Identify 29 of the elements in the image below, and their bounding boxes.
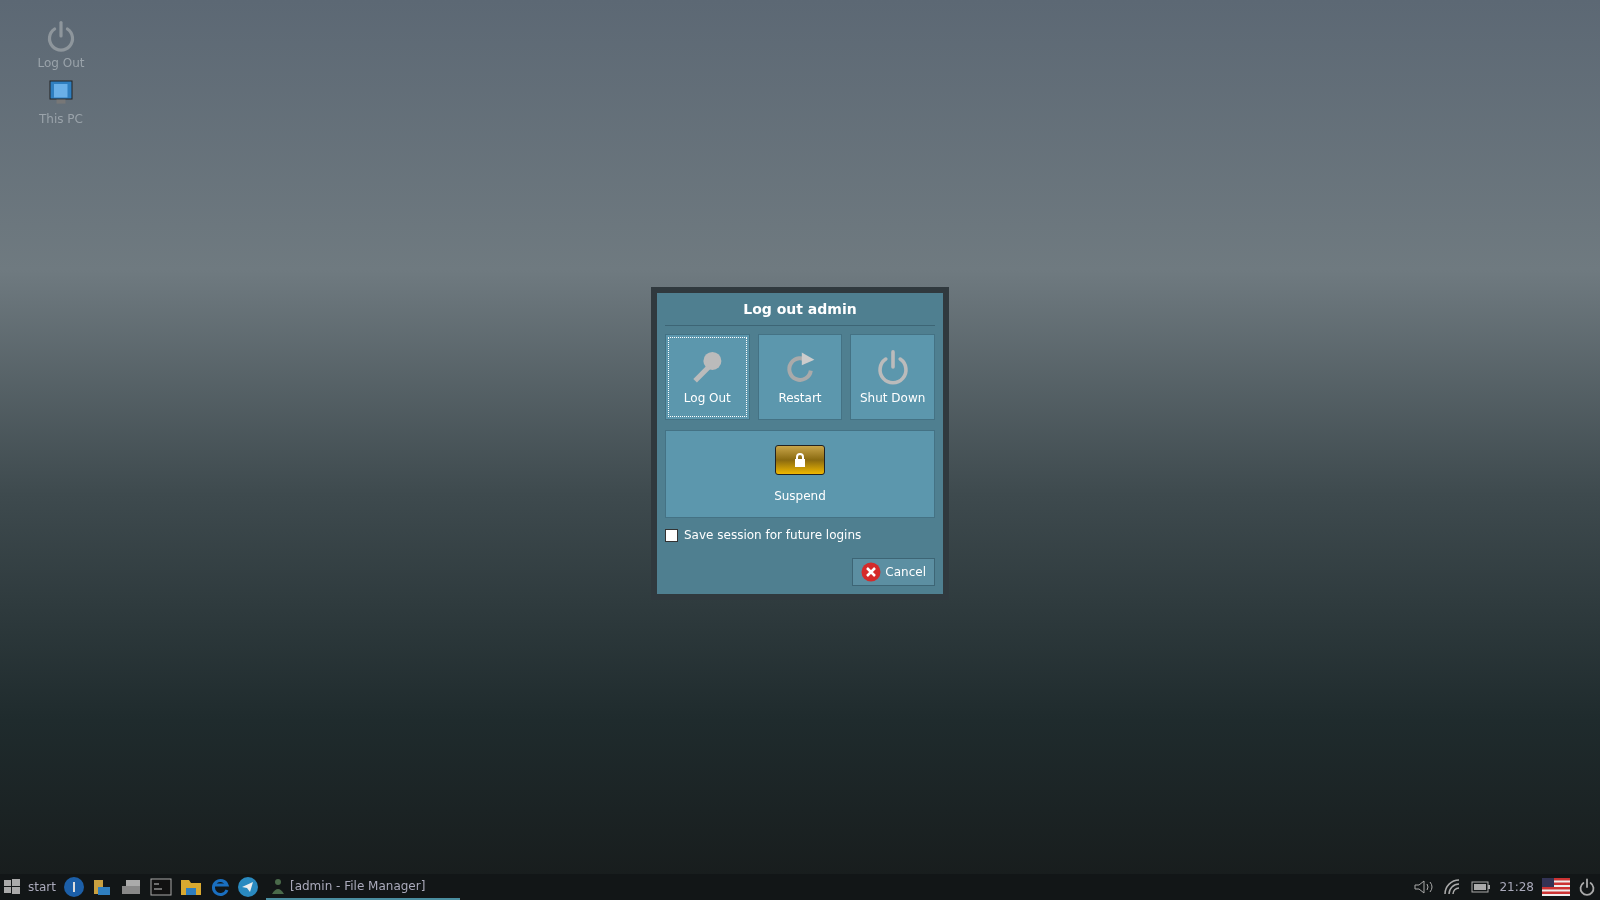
start-label[interactable]: start [28,880,56,894]
info-icon [63,877,84,897]
action-button[interactable]: Restart [757,334,843,420]
taskbar-window-button[interactable]: [admin - File Manager] [265,874,460,900]
power-icon [45,20,77,52]
checkbox[interactable] [665,528,678,542]
paper-plane-icon [237,877,258,897]
power-icon [1578,878,1596,896]
desktop-shortcut[interactable]: Log Out [20,20,102,70]
browser-icon [209,877,230,897]
shortcut-label: Log Out [37,56,85,70]
drive-icon [119,877,142,897]
suspend-button[interactable]: Suspend [665,430,935,518]
dialog-title: Log out admin [665,299,935,326]
windows-logo-icon [4,879,20,895]
padlock-glyph-icon [793,453,807,467]
action-button[interactable]: Log Out [665,334,750,420]
close-icon [861,562,882,582]
action-button[interactable]: Shut Down [850,334,935,420]
checkbox-label: Save session for future logins [684,528,862,542]
cancel-button[interactable]: Cancel [852,558,935,586]
folder-icon [91,877,112,897]
person-icon [271,878,284,894]
flag-icon [1542,878,1570,896]
terminal-icon [149,877,172,897]
clock[interactable]: 21:28 [1499,880,1534,894]
speaker-icon [1413,878,1436,896]
battery-icon [1471,881,1492,893]
folder-icon [179,877,202,897]
